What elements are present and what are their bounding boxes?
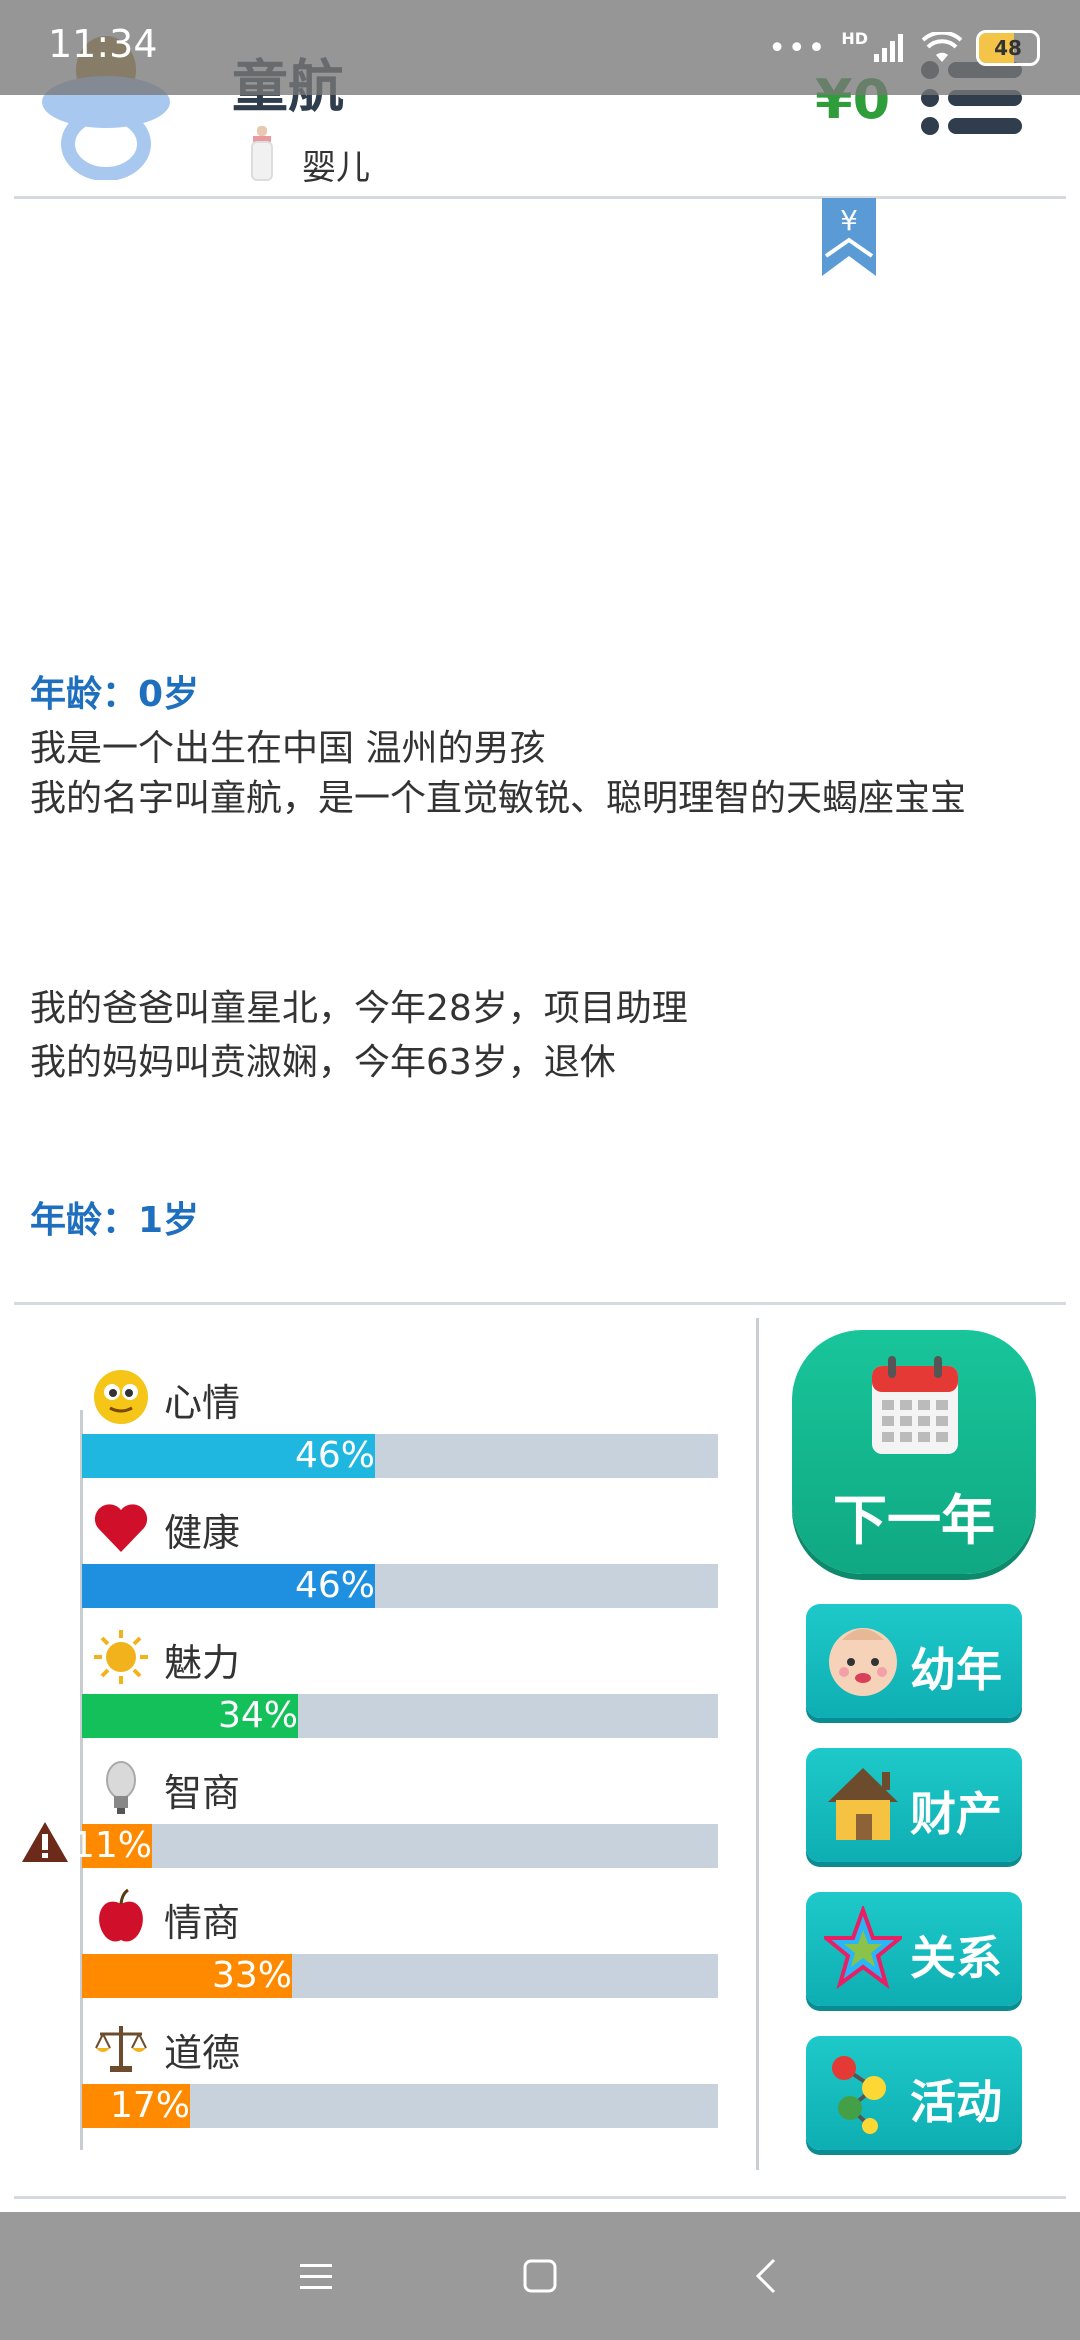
- calendar-icon: [872, 1356, 958, 1454]
- age-heading-0: 年龄：0岁: [30, 674, 200, 715]
- stat-bar-fill: 33%: [82, 1954, 292, 1998]
- next-year-button[interactable]: 下一年: [792, 1330, 1036, 1574]
- activities-dots-icon: [832, 2056, 886, 2134]
- status-bar: 11:34 ••• HD 48: [0, 0, 1080, 95]
- stat-row: 心情 46%: [78, 1368, 718, 1480]
- heart-icon: [94, 1504, 148, 1552]
- activities-button[interactable]: 活动: [806, 2036, 1022, 2150]
- back-icon[interactable]: [748, 2256, 788, 2296]
- activities-label: 活动: [910, 2075, 1002, 2129]
- sun-icon: [94, 1630, 148, 1684]
- stat-bar-fill: 46%: [82, 1564, 375, 1608]
- stat-value: 34%: [217, 1695, 298, 1736]
- smiley-icon: [94, 1370, 148, 1424]
- stat-bar-fill: 34%: [82, 1694, 298, 1738]
- baby-bottle-icon: [251, 126, 273, 181]
- relations-button[interactable]: 关系: [806, 1892, 1022, 2006]
- stat-row: 情商 33%: [78, 1888, 718, 2000]
- stat-bar-fill: 46%: [82, 1434, 375, 1478]
- panel-separator: [756, 1318, 759, 2170]
- stat-row: 健康 46%: [78, 1498, 718, 1610]
- story-father-line: 我的爸爸叫童星北，今年28岁，项目助理: [30, 988, 688, 1029]
- childhood-label: 幼年: [910, 1643, 1002, 1697]
- next-year-label: 下一年: [833, 1489, 995, 1552]
- stat-row: 智商 11%: [72, 1758, 718, 1870]
- battery-level: 48: [994, 36, 1022, 60]
- lightbulb-icon: [106, 1761, 136, 1814]
- story-birth-line: 我是一个出生在中国 温州的男孩: [30, 728, 546, 769]
- stat-label: 魅力: [164, 1641, 241, 1685]
- childhood-button[interactable]: 幼年: [806, 1604, 1022, 1718]
- footer-divider: [14, 2196, 1066, 2199]
- stat-row: 道德 17%: [78, 2018, 718, 2130]
- stat-bar: 46%: [82, 1434, 718, 1478]
- status-time: 11:34: [48, 22, 158, 66]
- hd-label: HD: [841, 28, 868, 48]
- stat-bar: 46%: [82, 1564, 718, 1608]
- stat-label: 心情: [164, 1381, 241, 1425]
- age-heading-1: 年龄：1岁: [30, 1200, 200, 1241]
- home-icon[interactable]: [520, 2256, 560, 2296]
- currency-bookmark[interactable]: ¥: [822, 198, 876, 276]
- panel-divider: [14, 1302, 1066, 1305]
- bookmark-symbol: ¥: [840, 204, 858, 237]
- stat-row: 魅力 34%: [78, 1628, 718, 1740]
- wifi-icon: [922, 32, 962, 62]
- baby-face-icon: [829, 1628, 897, 1696]
- scales-icon: [95, 2026, 147, 2072]
- stat-bar: 34%: [82, 1694, 718, 1738]
- star-icon: [824, 1906, 902, 1990]
- more-dots-icon: •••: [768, 30, 828, 66]
- recent-apps-icon[interactable]: [296, 2256, 336, 2296]
- stat-value: 46%: [294, 1565, 375, 1606]
- relations-label: 关系: [910, 1931, 1002, 1985]
- stat-bar-fill: 17%: [82, 2084, 190, 2128]
- battery-icon: 48: [976, 30, 1040, 66]
- warning-icon: [22, 1822, 68, 1862]
- life-stage-label: 婴儿: [302, 148, 370, 188]
- apple-icon: [99, 1888, 143, 1942]
- stat-bar: 33%: [82, 1954, 718, 1998]
- stat-label: 健康: [164, 1511, 241, 1555]
- house-icon: [828, 1768, 898, 1840]
- story-mother-line: 我的妈妈叫贲淑娴，今年63岁，退休: [30, 1042, 616, 1083]
- stat-value: 17%: [109, 2085, 190, 2126]
- stat-label: 道德: [164, 2031, 241, 2075]
- stat-label: 智商: [164, 1771, 241, 1815]
- stat-value: 11%: [71, 1825, 152, 1866]
- status-icons: ••• HD 48: [768, 26, 1040, 70]
- property-label: 财产: [910, 1787, 1002, 1841]
- header-divider: [14, 196, 1066, 199]
- stat-value: 33%: [211, 1955, 292, 1996]
- signal-icon: [874, 34, 903, 62]
- stat-bar: 17%: [82, 2084, 718, 2128]
- story-name-line: 我的名字叫童航，是一个直觉敏锐、聪明理智的天蝎座宝宝: [30, 778, 967, 819]
- property-button[interactable]: 财产: [806, 1748, 1022, 1862]
- stat-label: 情商: [164, 1901, 241, 1945]
- stat-bar: 11%: [72, 1824, 718, 1868]
- stat-value: 46%: [294, 1435, 375, 1476]
- stat-bar-fill: 11%: [72, 1824, 152, 1868]
